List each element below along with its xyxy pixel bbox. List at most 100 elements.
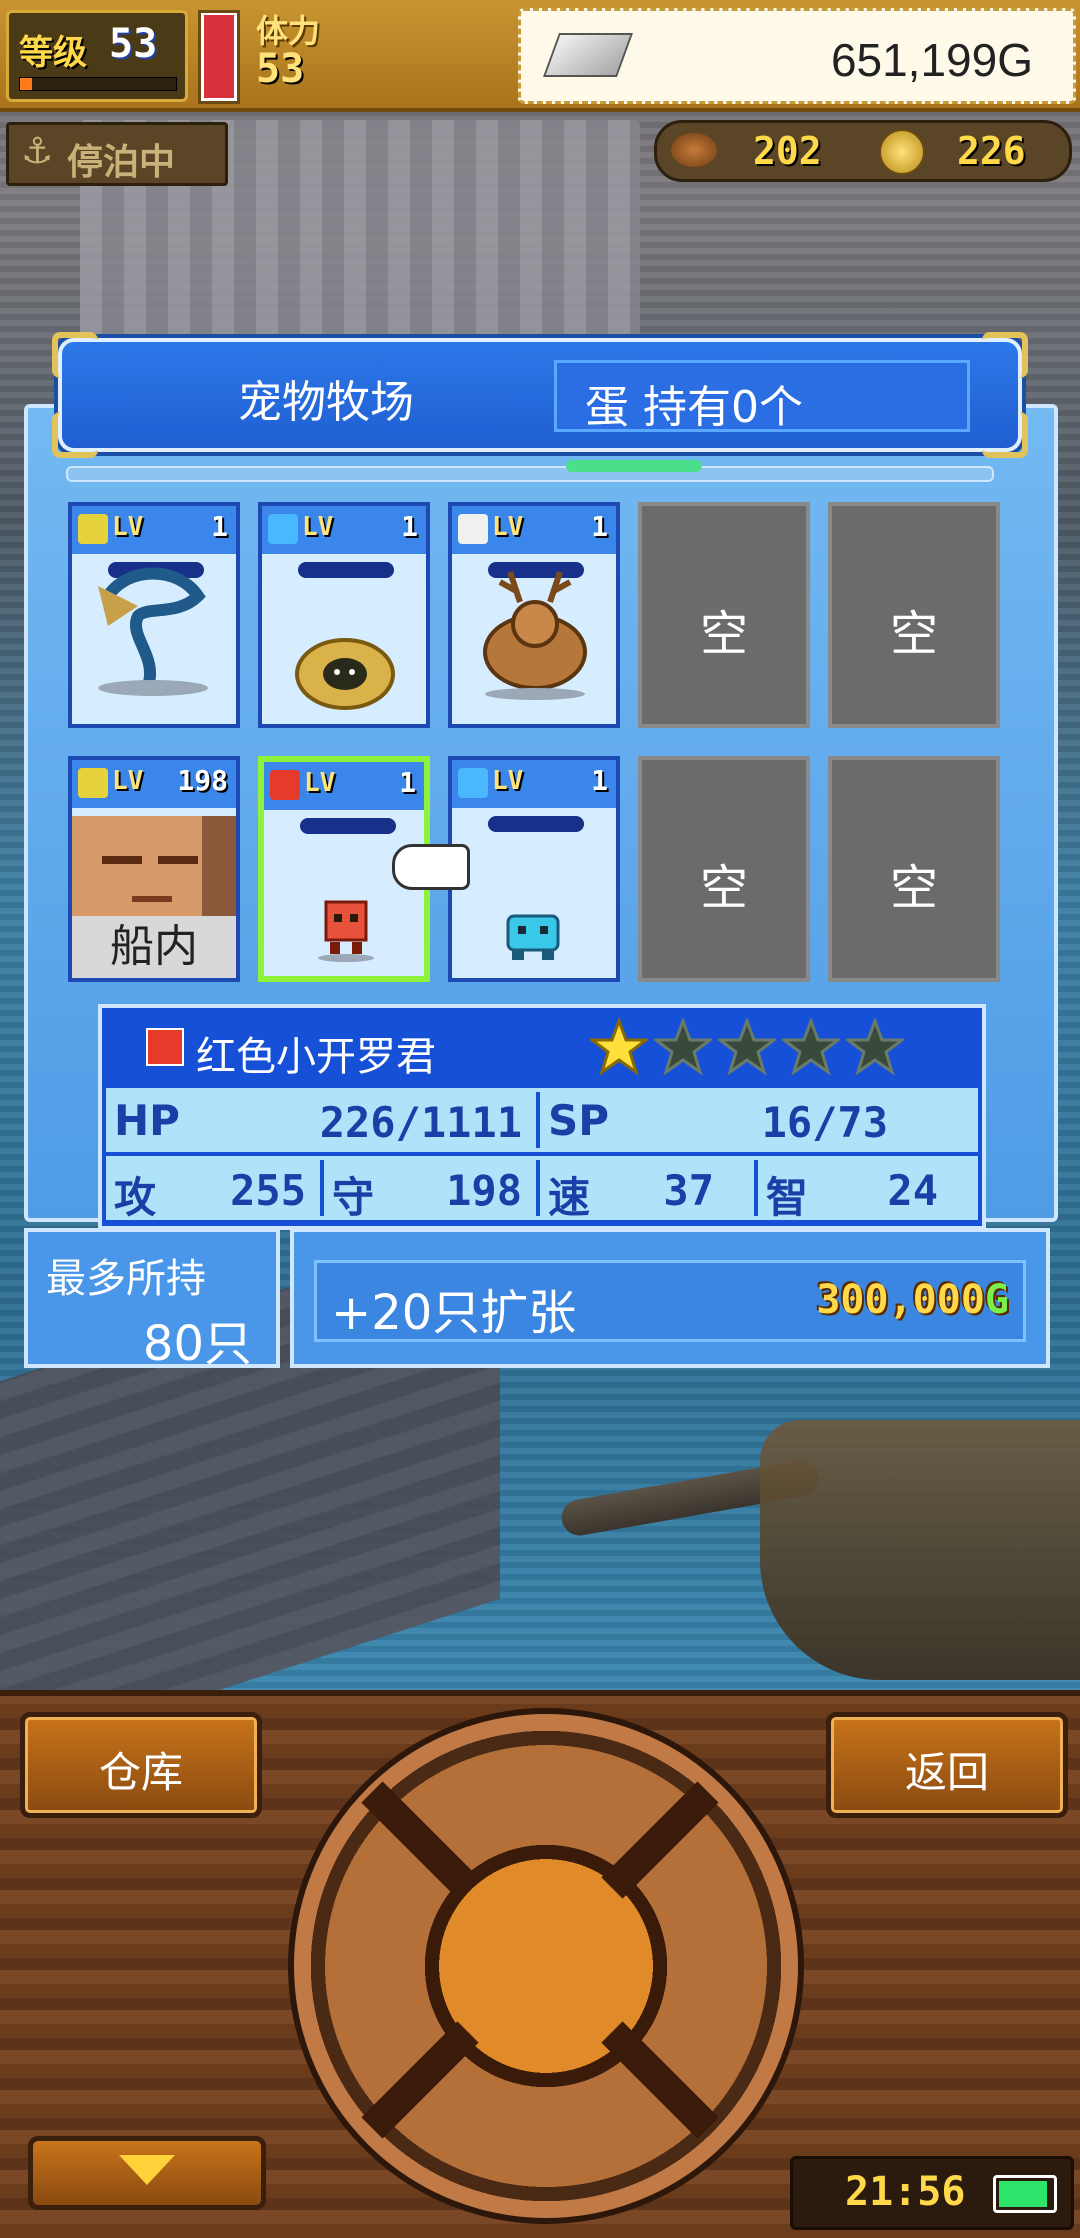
pet-slot-header: LV 1 xyxy=(264,762,424,810)
pet-level: 1 xyxy=(211,510,228,543)
pet-slot[interactable]: LV 1 xyxy=(68,502,240,728)
warehouse-label: 仓库 xyxy=(98,1748,183,1797)
capacity-box: 最多所持 80只 xyxy=(24,1228,280,1372)
speed-label: 速 xyxy=(548,1173,591,1222)
empty-slot-label: 空 xyxy=(699,606,748,662)
shell-creature-icon xyxy=(290,624,400,718)
level-progress-bar xyxy=(19,77,177,91)
neutral-element-icon xyxy=(458,514,488,544)
pet-slot-header: LV 1 xyxy=(452,760,616,808)
pet-name: 红色小开罗君 xyxy=(196,1034,436,1080)
star-empty-icon xyxy=(782,1018,840,1076)
bald-man-icon xyxy=(72,816,236,932)
pet-slot[interactable]: LV 198 船内 xyxy=(68,756,240,982)
pet-slot-header: LV 1 xyxy=(262,506,426,554)
pet-slot[interactable]: LV 1 xyxy=(448,502,620,728)
pet-exp-bar xyxy=(300,818,396,834)
pet-name-row: 红色小开罗君 xyxy=(102,1008,982,1084)
sp-cell: SP 16/73 xyxy=(540,1092,978,1148)
empty-pet-slot[interactable]: 空 xyxy=(638,502,810,728)
star-empty-icon xyxy=(654,1018,712,1076)
level-label: LV xyxy=(302,512,334,542)
star-filled-icon xyxy=(590,1018,648,1076)
empty-pet-slot[interactable]: 空 xyxy=(638,756,810,982)
speed-value: 37 xyxy=(663,1166,714,1215)
lightning-element-icon xyxy=(78,768,108,798)
corner-ornament-icon xyxy=(982,332,1028,378)
expand-button[interactable]: +20只扩张 300,000G xyxy=(314,1260,1026,1342)
attack-value: 255 xyxy=(230,1166,306,1215)
pointer-hand-icon xyxy=(392,844,470,890)
pet-level: 1 xyxy=(401,510,418,543)
corner-ornament-icon xyxy=(52,332,98,378)
sp-label: SP xyxy=(548,1096,610,1145)
gold-amount: 651,199G xyxy=(830,34,1033,86)
gold-box: 651,199G xyxy=(518,8,1076,104)
defense-value: 198 xyxy=(446,1166,522,1215)
pet-slot[interactable]: LV 1 xyxy=(448,756,620,982)
intelligence-value: 24 xyxy=(887,1166,938,1215)
panel-title-bar: 宠物牧场 蛋 持有0个 xyxy=(52,332,1028,458)
star-empty-icon xyxy=(846,1018,904,1076)
level-label: LV xyxy=(112,512,144,542)
pet-exp-bar xyxy=(298,562,394,578)
panel-title: 宠物牧场 xyxy=(238,377,414,428)
page-scroll-thumb[interactable] xyxy=(566,460,702,472)
intelligence-label: 智 xyxy=(766,1173,809,1222)
pet-level: 1 xyxy=(591,510,608,543)
speed-cell: 速 37 xyxy=(540,1160,758,1222)
pet-exp-bar xyxy=(488,816,584,832)
pet-slot[interactable]: LV 1 xyxy=(258,502,430,728)
pet-slot-header: LV 1 xyxy=(72,506,236,554)
page-scroll-track[interactable] xyxy=(66,466,994,482)
coin-icon xyxy=(879,129,925,175)
empty-pet-slot[interactable]: 空 xyxy=(828,502,1000,728)
corner-ornament-icon xyxy=(982,412,1028,458)
fire-element-icon xyxy=(146,1028,184,1066)
hp-sp-row: HP 226/1111 SP 16/73 xyxy=(106,1088,978,1152)
pet-slot-header: LV 198 xyxy=(72,760,236,808)
back-button[interactable]: 返回 xyxy=(826,1712,1068,1818)
hp-cell: HP 226/1111 xyxy=(106,1092,540,1148)
defense-cell: 守 198 xyxy=(324,1160,540,1222)
egg-count-box[interactable]: 蛋 持有0个 xyxy=(554,360,970,433)
level-label: LV xyxy=(304,768,336,798)
capacity-label: 最多所持 xyxy=(46,1256,206,1302)
clock-time: 21:56 xyxy=(845,2169,966,2215)
top-hud: 等级 53 体力 53 651,199G xyxy=(0,0,1080,112)
hp-label: HP xyxy=(114,1096,180,1145)
antlered-beast-icon xyxy=(470,562,600,706)
empty-slot-label: 空 xyxy=(889,860,938,916)
level-label: 等级 xyxy=(19,33,87,73)
pet-level: 1 xyxy=(399,766,416,799)
pet-level: 198 xyxy=(177,764,228,797)
expand-box: +20只扩张 300,000G xyxy=(290,1228,1050,1368)
water-element-icon xyxy=(458,768,488,798)
pet-slot-header: LV 1 xyxy=(452,506,616,554)
level-box: 等级 53 xyxy=(6,10,188,102)
level-label: LV xyxy=(492,512,524,542)
pet-info-box: 红色小开罗君 HP 226/1111 SP 16/73 攻 255 守 198 … xyxy=(98,1004,986,1230)
expand-cost: 300,000G xyxy=(816,1277,1009,1323)
star-empty-icon xyxy=(718,1018,776,1076)
wood-log-icon xyxy=(671,133,717,167)
silver-bar-icon xyxy=(542,33,634,77)
water-element-icon xyxy=(268,514,298,544)
stamina-value: 53 xyxy=(256,46,305,92)
attack-label: 攻 xyxy=(114,1173,157,1222)
clock-box: 21:56 xyxy=(790,2156,1074,2230)
intelligence-cell: 智 24 xyxy=(758,1160,978,1222)
winged-serpent-icon xyxy=(88,556,218,700)
wood-count: 202 xyxy=(753,129,822,173)
level-label: LV xyxy=(112,766,144,796)
scroll-down-button[interactable] xyxy=(28,2136,266,2210)
resource-bar: 202 226 xyxy=(654,120,1072,182)
expand-cost-unit: G xyxy=(984,1277,1009,1323)
docked-status: ⚓ 停泊中 xyxy=(6,122,228,186)
docked-status-label: 停泊中 xyxy=(67,142,176,183)
empty-pet-slot[interactable]: 空 xyxy=(828,756,1000,982)
coin-count: 226 xyxy=(957,129,1026,173)
empty-slot-label: 空 xyxy=(889,606,938,662)
warehouse-button[interactable]: 仓库 xyxy=(20,1712,262,1818)
back-label: 返回 xyxy=(904,1748,989,1797)
